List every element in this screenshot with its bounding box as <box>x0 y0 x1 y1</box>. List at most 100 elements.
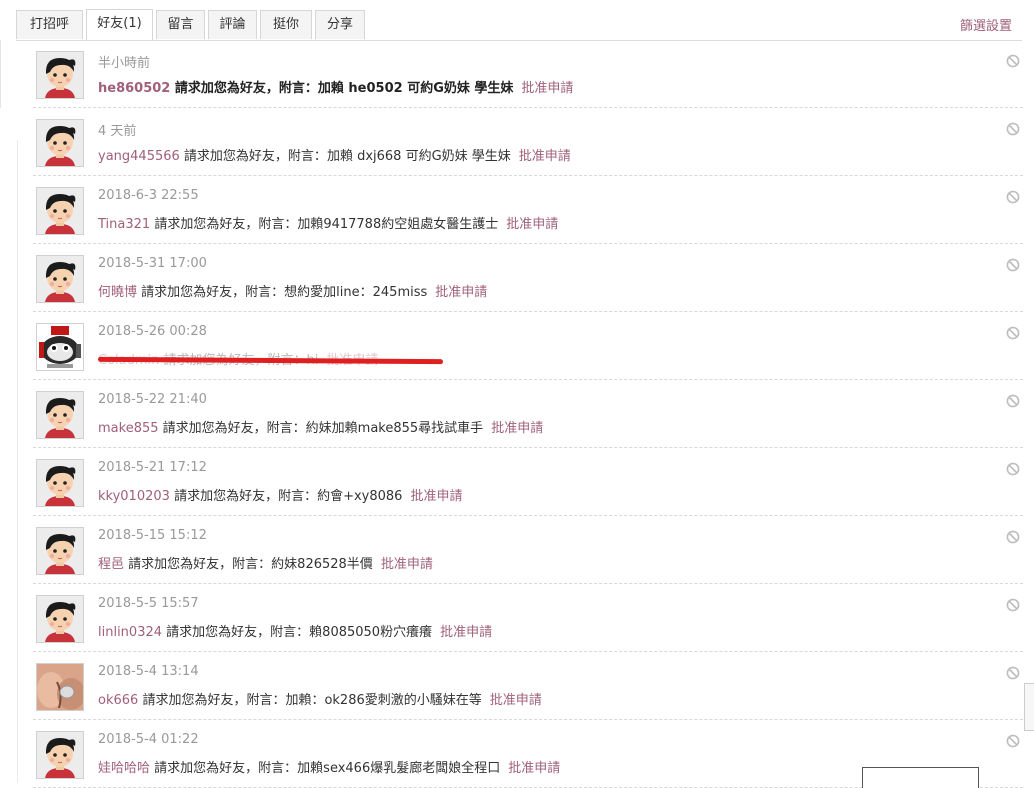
friend-request-row: 2018-5-4 13:14 ok666 請求加您為好友，附言：加賴：ok286愛… <box>33 652 1023 720</box>
request-text: 請求加您為好友，附言： <box>166 625 310 640</box>
left-rule-lower <box>17 140 18 783</box>
approve-request-link[interactable]: 批准申請 <box>381 557 433 572</box>
request-message: 約妹加賴make855尋找試車手 <box>305 421 484 436</box>
request-text: 請求加您為好友，附言： <box>174 81 318 96</box>
request-time: 2018-5-21 17:12 <box>98 460 207 475</box>
request-line: yang445566 請求加您為好友，附言：加賴 dxj668 可約G奶妹 學生… <box>98 145 571 164</box>
request-line: make855 請求加您為好友，附言：約妹加賴make855尋找試車手 批准申請 <box>98 417 543 436</box>
cartoon-avatar[interactable] <box>36 187 84 235</box>
approve-request-link[interactable]: 批准申請 <box>491 421 543 436</box>
request-text: 請求加您為好友，附言： <box>128 557 272 572</box>
block-icon[interactable] <box>1006 461 1020 476</box>
request-username[interactable]: 娃哈哈哈 <box>98 761 150 776</box>
block-icon[interactable] <box>1006 53 1020 68</box>
cartoon-avatar[interactable] <box>36 595 84 643</box>
notification-tabbar: 打招呼 好友(1) 留言 評論 挺你 分享 篩選設置 <box>16 0 1022 41</box>
friend-request-list: 半小時前 he860502 請求加您為好友，附言：加賴 he0502 可約G奶妹 … <box>33 40 1023 788</box>
request-text: 請求加您為好友，附言： <box>162 421 306 436</box>
tab-support[interactable]: 挺你 <box>260 10 312 39</box>
cartoon-avatar[interactable] <box>36 391 84 439</box>
request-username[interactable]: ok666 <box>98 693 138 708</box>
block-icon[interactable] <box>1006 325 1020 340</box>
approve-request-link[interactable]: 批准申請 <box>410 489 462 504</box>
request-line: linlin0324 請求加您為好友，附言：賴8085050粉穴癢癢 批准申請 <box>98 621 492 640</box>
cartoon-avatar[interactable] <box>36 255 84 303</box>
request-username[interactable]: kky010203 <box>98 489 170 504</box>
request-message: 加賴：ok286愛刺激的小騷妹在等 <box>285 693 482 708</box>
request-time: 2018-5-5 15:57 <box>98 596 199 611</box>
request-line: Tina321 請求加您為好友，附言：加賴9417788約空姐處女醫生護士 批准申… <box>98 213 558 232</box>
scrollbar-handle[interactable] <box>1024 683 1034 731</box>
tab-friends[interactable]: 好友(1) <box>86 9 153 40</box>
request-line: 何曉博 請求加您為好友，附言：想約愛加line：245miss 批准申請 <box>98 281 487 300</box>
friend-request-row: 2018-5-22 21:40 make855 請求加您為好友，附言：約妹加賴ma… <box>33 380 1023 448</box>
request-time: 2018-5-22 21:40 <box>98 392 207 407</box>
request-message: 加賴 dxj668 可約G奶妹 學生妹 <box>326 149 511 164</box>
request-line: 娃哈哈哈 請求加您為好友，附言：加賴sex466爆乳髮廊老闆娘全程口 批准申請 <box>98 757 560 776</box>
tab-messages[interactable]: 留言 <box>156 10 205 39</box>
request-text: 請求加您為好友，附言： <box>154 217 298 232</box>
request-username[interactable]: he860502 <box>98 81 170 96</box>
mascot-avatar[interactable] <box>36 323 84 371</box>
cartoon-avatar[interactable] <box>36 527 84 575</box>
request-line: 程邑 請求加您為好友，附言：約妹826528半價 批准申請 <box>98 553 433 572</box>
request-text: 請求加您為好友，附言： <box>183 149 327 164</box>
friend-request-row: 4 天前 yang445566 請求加您為好友，附言：加賴 dxj668 可約G奶… <box>33 108 1023 176</box>
request-text: 請求加您為好友，附言： <box>154 761 298 776</box>
block-icon[interactable] <box>1006 189 1020 204</box>
cartoon-avatar[interactable] <box>36 119 84 167</box>
request-message: 想約愛加line：245miss <box>284 285 428 300</box>
block-icon[interactable] <box>1006 665 1020 680</box>
approve-request-link[interactable]: 批准申請 <box>440 625 492 640</box>
block-icon[interactable] <box>1006 529 1020 544</box>
approve-request-link[interactable]: 批准申請 <box>521 81 573 96</box>
friend-request-row: 2018-5-15 15:12 程邑 請求加您為好友，附言：約妹826528半價批… <box>33 516 1023 584</box>
request-text: 請求加您為好友，附言： <box>141 285 285 300</box>
friend-request-row: 2018-5-5 15:57 linlin0324 請求加您為好友，附言：賴808… <box>33 584 1023 652</box>
request-message: 約妹826528半價 <box>271 557 373 572</box>
request-time: 半小時前 <box>98 56 151 71</box>
request-time: 2018-5-15 15:12 <box>98 528 207 543</box>
block-icon[interactable] <box>1006 257 1020 272</box>
block-icon[interactable] <box>1006 597 1020 612</box>
request-message: 加賴9417788約空姐處女醫生護士 <box>297 217 499 232</box>
approve-request-link[interactable]: 批准申請 <box>435 285 487 300</box>
request-line: kky010203 請求加您為好友，附言：約會+xy8086 批准申請 <box>98 485 462 504</box>
block-icon[interactable] <box>1006 121 1020 136</box>
photo-avatar[interactable] <box>36 663 84 711</box>
request-username[interactable]: 程邑 <box>98 557 124 572</box>
approve-request-link[interactable]: 批准申請 <box>506 217 558 232</box>
block-icon[interactable] <box>1006 733 1020 748</box>
bottom-panel-edge <box>862 767 979 788</box>
friend-request-row: 半小時前 he860502 請求加您為好友，附言：加賴 he0502 可約G奶妹 … <box>33 40 1023 108</box>
tab-share[interactable]: 分享 <box>315 10 365 39</box>
approve-request-link[interactable]: 批准申請 <box>508 761 560 776</box>
cartoon-avatar[interactable] <box>36 459 84 507</box>
approve-request-link[interactable]: 批准申請 <box>519 149 571 164</box>
request-time: 2018-5-4 13:14 <box>98 664 199 679</box>
friend-request-row: 2018-5-21 17:12 kky010203 請求加您為好友，附言：約會+x… <box>33 448 1023 516</box>
request-time: 2018-5-31 17:00 <box>98 256 207 271</box>
approve-request-link[interactable]: 批准申請 <box>490 693 542 708</box>
left-rule <box>0 40 1 108</box>
request-username[interactable]: Tina321 <box>98 217 150 232</box>
friend-request-row: 2018-5-26 00:28Coladmin 請求加您為好友，附言：hi批准申… <box>33 312 1023 380</box>
request-text: 請求加您為好友，附言： <box>174 489 318 504</box>
request-username[interactable]: 何曉博 <box>98 285 137 300</box>
cartoon-avatar[interactable] <box>36 731 84 779</box>
request-username[interactable]: make855 <box>98 421 159 436</box>
block-icon[interactable] <box>1006 393 1020 408</box>
tab-greetings[interactable]: 打招呼 <box>16 10 83 39</box>
request-time: 2018-5-26 00:28 <box>98 324 207 339</box>
friend-request-row: 2018-6-3 22:55 Tina321 請求加您為好友，附言：加賴94177… <box>33 176 1023 244</box>
filter-settings-link[interactable]: 篩選設置 <box>960 15 1012 34</box>
tab-comments[interactable]: 評論 <box>208 10 257 39</box>
request-username[interactable]: yang445566 <box>98 149 180 164</box>
request-time: 4 天前 <box>98 124 137 139</box>
cartoon-avatar[interactable] <box>36 51 84 99</box>
request-text: 請求加您為好友，附言： <box>142 693 286 708</box>
friend-request-row: 2018-5-31 17:00 何曉博 請求加您為好友，附言：想約愛加line：2… <box>33 244 1023 312</box>
request-time: 2018-6-3 22:55 <box>98 188 199 203</box>
request-username[interactable]: linlin0324 <box>98 625 162 640</box>
request-line: ok666 請求加您為好友，附言：加賴：ok286愛刺激的小騷妹在等 批准申請 <box>98 689 542 708</box>
